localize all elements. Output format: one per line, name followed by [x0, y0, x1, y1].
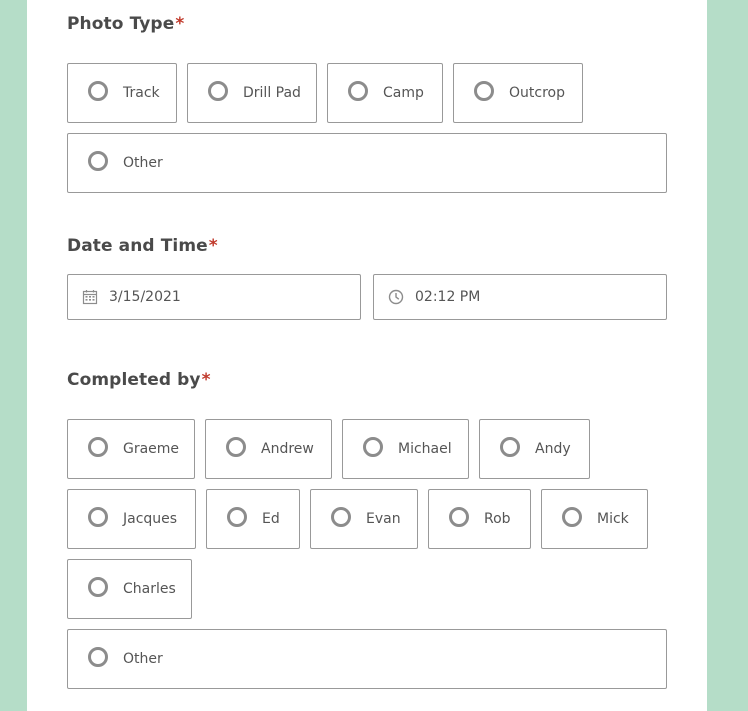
completed-by-option-andy[interactable]: Andy	[479, 419, 590, 479]
radio-button[interactable]	[363, 437, 383, 457]
option-label: Other	[123, 651, 163, 667]
photo-type-option-outcrop[interactable]: Outcrop	[453, 63, 583, 123]
radio-button[interactable]	[88, 81, 108, 101]
option-label: Rob	[484, 511, 511, 527]
date-value: 3/15/2021	[109, 289, 181, 305]
option-label: Michael	[398, 441, 452, 457]
clock-icon	[388, 289, 404, 305]
date-field[interactable]: 3/15/2021	[67, 274, 361, 320]
completed-by-option-charles[interactable]: Charles	[67, 559, 192, 619]
option-label: Andrew	[261, 441, 314, 457]
radio-button[interactable]	[500, 437, 520, 457]
completed-by-option-andrew[interactable]: Andrew	[205, 419, 332, 479]
option-label: Other	[123, 155, 163, 171]
photo-type-option-other[interactable]: Other	[67, 133, 667, 193]
completed-by-option-evan[interactable]: Evan	[310, 489, 418, 549]
radio-button[interactable]	[449, 507, 469, 527]
radio-button[interactable]	[227, 507, 247, 527]
option-label: Outcrop	[509, 85, 565, 101]
time-value: 02:12 PM	[415, 289, 481, 305]
completed-by-option-other[interactable]: Other	[67, 629, 667, 689]
required-mark: *	[201, 370, 211, 390]
required-mark: *	[175, 14, 185, 34]
option-label: Track	[123, 85, 160, 101]
completed-by-option-mick[interactable]: Mick	[541, 489, 648, 549]
radio-button[interactable]	[208, 81, 228, 101]
completed-by-option-rob[interactable]: Rob	[428, 489, 531, 549]
option-label: Andy	[535, 441, 571, 457]
date-time-label: Date and Time*	[67, 236, 218, 256]
option-label: Evan	[366, 511, 401, 527]
radio-button[interactable]	[88, 577, 108, 597]
time-field[interactable]: 02:12 PM	[373, 274, 667, 320]
photo-type-option-track[interactable]: Track	[67, 63, 177, 123]
option-label: Jacques	[123, 511, 178, 527]
date-time-label-text: Date and Time	[67, 236, 208, 256]
option-label: Ed	[262, 511, 280, 527]
radio-button[interactable]	[474, 81, 494, 101]
photo-type-option-camp[interactable]: Camp	[327, 63, 443, 123]
radio-button[interactable]	[331, 507, 351, 527]
option-label: Charles	[123, 581, 176, 597]
option-label: Drill Pad	[243, 85, 301, 101]
photo-type-label: Photo Type*	[67, 14, 184, 34]
option-label: Camp	[383, 85, 424, 101]
radio-button[interactable]	[88, 507, 108, 527]
radio-button[interactable]	[88, 437, 108, 457]
calendar-icon	[82, 290, 98, 305]
completed-by-option-ed[interactable]: Ed	[206, 489, 300, 549]
completed-by-label-text: Completed by	[67, 370, 201, 390]
radio-button[interactable]	[88, 151, 108, 171]
photo-type-option-drill-pad[interactable]: Drill Pad	[187, 63, 317, 123]
completed-by-option-michael[interactable]: Michael	[342, 419, 469, 479]
radio-button[interactable]	[562, 507, 582, 527]
completed-by-label: Completed by*	[67, 370, 211, 390]
completed-by-option-jacques[interactable]: Jacques	[67, 489, 196, 549]
option-label: Mick	[597, 511, 629, 527]
radio-button[interactable]	[226, 437, 246, 457]
photo-type-label-text: Photo Type	[67, 14, 175, 34]
required-mark: *	[208, 236, 218, 256]
radio-button[interactable]	[88, 647, 108, 667]
completed-by-option-graeme[interactable]: Graeme	[67, 419, 195, 479]
radio-button[interactable]	[348, 81, 368, 101]
option-label: Graeme	[123, 441, 180, 457]
